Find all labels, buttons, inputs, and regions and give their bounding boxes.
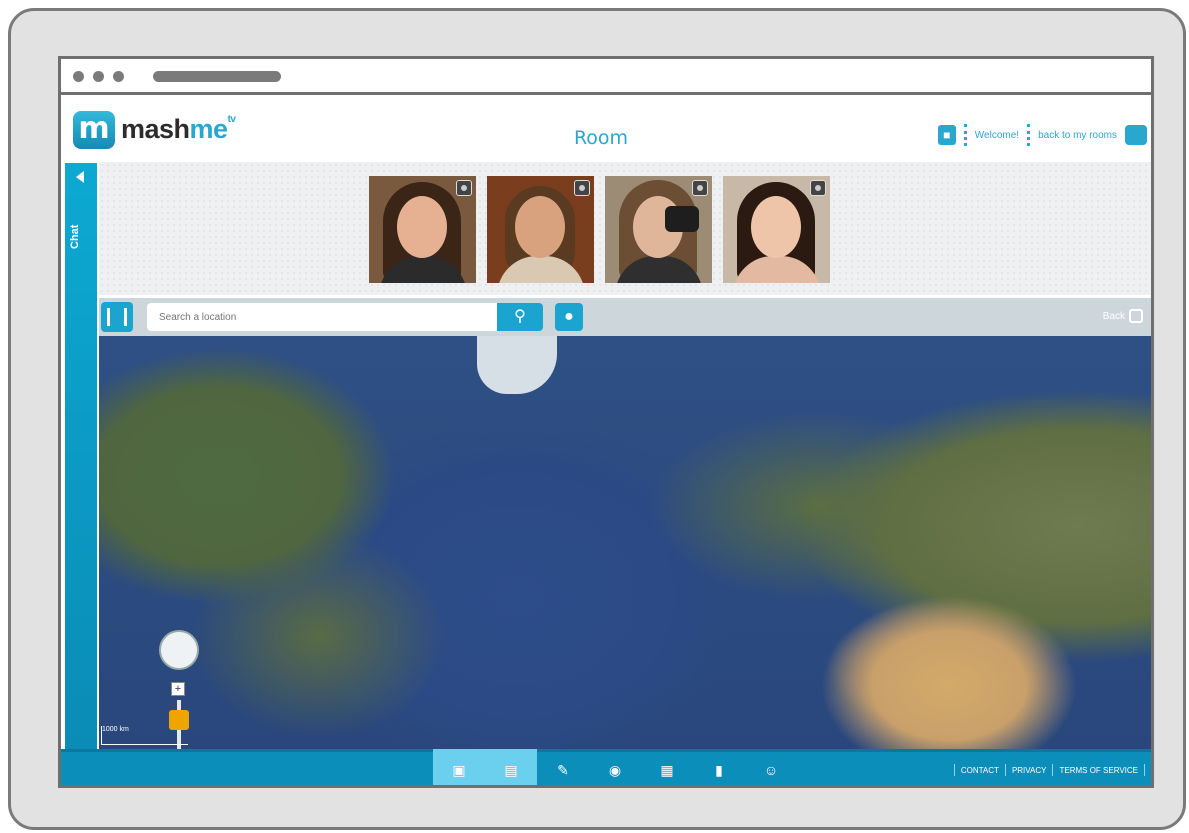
chat-icon[interactable]: ▣ (433, 749, 485, 785)
rooms-icon[interactable] (1125, 125, 1147, 145)
user-menu: ■ Welcome! back to my rooms (937, 123, 1147, 147)
participant-video[interactable] (723, 176, 830, 283)
window-dot-3 (113, 71, 124, 82)
browser-bar (61, 59, 1151, 95)
map-greenland (477, 336, 557, 394)
back-icon (1129, 309, 1143, 323)
footer-separator (1052, 764, 1054, 776)
share-icon[interactable]: ☺ (745, 749, 797, 785)
pan-control[interactable] (159, 630, 199, 670)
globe-icon[interactable]: ◉ (589, 749, 641, 785)
camera-icon[interactable] (574, 180, 590, 196)
menu-separator (963, 124, 967, 146)
room-title: Room (573, 127, 629, 149)
map-scale: 1000 km (101, 726, 188, 745)
terms-link[interactable]: TERMS OF SERVICE (1059, 766, 1138, 775)
location-pin-button[interactable]: ● (555, 303, 583, 331)
window-dot-1 (73, 71, 84, 82)
logo-m-icon: m (73, 111, 115, 149)
notes-icon[interactable]: ▤ (485, 749, 537, 785)
logo-text: mashmetv (121, 114, 236, 145)
zoom-in-button[interactable]: + (171, 682, 185, 696)
search-location-input[interactable] (147, 303, 497, 331)
logo-text-accent: me (189, 114, 229, 144)
browser-window: m mashmetv Room ■ Welcome! back to my ro… (58, 56, 1154, 788)
welcome-text: Welcome! (974, 129, 1020, 141)
footer-separator (1144, 764, 1145, 776)
footer-separator (953, 764, 955, 776)
edit-icon[interactable]: ✎ (537, 749, 589, 785)
footer: ▣ ▤ ✎ ◉ ▦ ▮ ☺ CONTACT PRIVACY TERMS OF S… (61, 749, 1151, 785)
address-bar[interactable] (153, 71, 281, 82)
window-dot-2 (93, 71, 104, 82)
chat-tab[interactable]: Chat (65, 163, 97, 749)
logo[interactable]: m mashmetv (73, 111, 273, 151)
chart-icon[interactable]: ▮ (693, 749, 745, 785)
privacy-link[interactable]: PRIVACY (1012, 766, 1047, 775)
back-to-rooms-link[interactable]: back to my rooms (1038, 130, 1117, 141)
participant-video[interactable] (369, 176, 476, 283)
camera-icon[interactable] (810, 180, 826, 196)
participant-video[interactable] (487, 176, 594, 283)
back-label: Back (1102, 310, 1125, 322)
map-icon[interactable]: ▦ (641, 749, 693, 785)
search-button[interactable]: ⚲ (497, 303, 543, 331)
participant-video[interactable] (605, 176, 712, 283)
collapse-arrow-icon[interactable] (76, 171, 84, 183)
satellite-map[interactable]: + - 1000 km (99, 336, 1151, 749)
back-link[interactable]: Back (1103, 309, 1143, 323)
participant-face (515, 196, 565, 258)
contact-link[interactable]: CONTACT (961, 766, 999, 775)
participant-face (397, 196, 447, 258)
chat-label: Chat (69, 224, 81, 250)
logo-tv: tv (227, 114, 236, 125)
logo-text-main: mash (121, 114, 190, 144)
camera-held (665, 206, 699, 232)
map-toggle-icon[interactable] (101, 302, 133, 332)
participant-face (751, 196, 801, 258)
camera-icon[interactable] (692, 180, 708, 196)
footer-links: CONTACT PRIVACY TERMS OF SERVICE (953, 764, 1145, 776)
footer-icons: ▣ ▤ ✎ ◉ ▦ ▮ ☺ (433, 749, 797, 785)
menu-separator (1027, 124, 1031, 146)
user-icon[interactable]: ■ (937, 125, 956, 145)
camera-icon[interactable] (456, 180, 472, 196)
footer-separator (1004, 764, 1006, 776)
